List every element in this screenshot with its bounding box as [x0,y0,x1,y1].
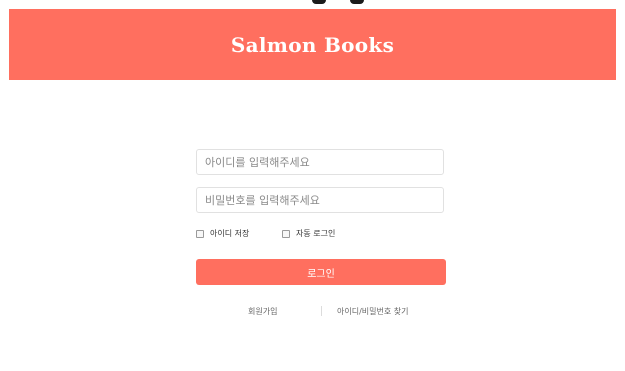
footer-divider [321,306,322,316]
top-strip [0,0,625,9]
auto-login-checkbox-box[interactable] [282,229,290,238]
save-id-checkbox[interactable]: 아이디 저장 [196,228,249,239]
auto-login-label: 자동 로그인 [296,229,336,238]
save-id-label: 아이디 저장 [210,229,250,238]
login-button[interactable]: 로그인 [196,259,446,285]
save-id-checkbox-box[interactable] [196,229,204,238]
top-mark [350,0,364,4]
top-mark [312,0,326,4]
id-input[interactable] [196,149,444,175]
auto-login-checkbox[interactable]: 자동 로그인 [282,228,335,239]
site-header: Salmon Books [9,9,616,80]
password-input[interactable] [196,187,444,213]
find-account-link[interactable]: 아이디/비밀번호 찾기 [337,306,408,317]
signup-link[interactable]: 회원가입 [248,306,277,317]
brand-title[interactable]: Salmon Books [231,33,394,57]
